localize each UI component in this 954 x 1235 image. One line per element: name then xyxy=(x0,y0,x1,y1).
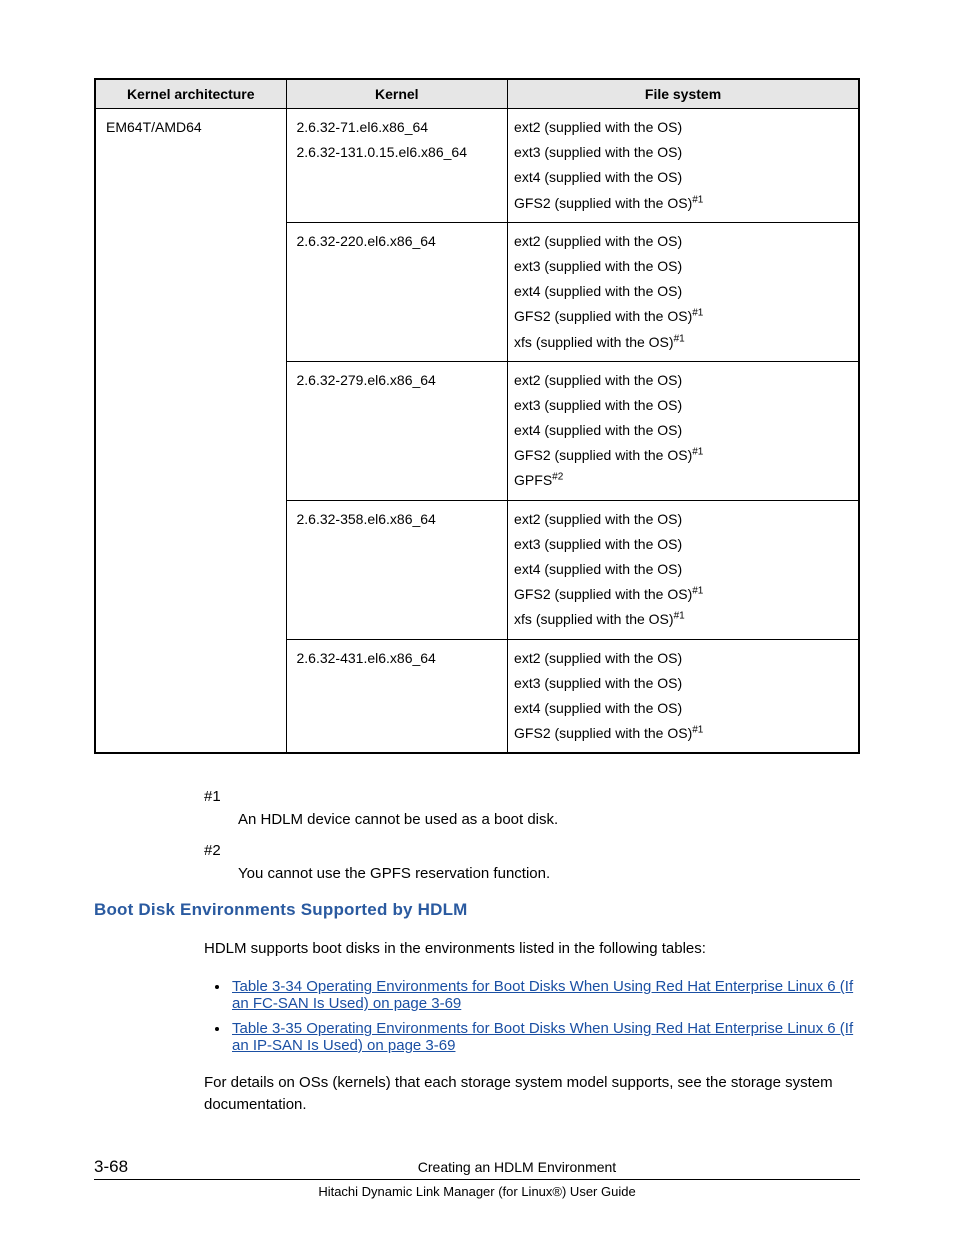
kernel-cell: 2.6.32-358.el6.x86_64 xyxy=(286,500,508,639)
footnote-1-label: #1 xyxy=(204,788,860,805)
col-header-fs: File system xyxy=(508,79,859,109)
footnote-2-label: #2 xyxy=(204,842,860,859)
table-row: EM64T/AMD642.6.32-71.el6.x86_642.6.32-13… xyxy=(95,109,859,223)
filesystem-cell: ext2 (supplied with the OS)ext3 (supplie… xyxy=(508,361,859,500)
footer-title: Creating an HDLM Environment xyxy=(174,1159,860,1175)
section-heading: Boot Disk Environments Supported by HDLM xyxy=(94,900,860,920)
link-list: Table 3-34 Operating Environments for Bo… xyxy=(230,978,860,1054)
col-header-arch: Kernel architecture xyxy=(95,79,286,109)
intro-paragraph: HDLM supports boot disks in the environm… xyxy=(204,938,860,960)
kernel-table: Kernel architecture Kernel File system E… xyxy=(94,78,860,754)
col-header-kernel: Kernel xyxy=(286,79,508,109)
page-number: 3-68 xyxy=(94,1157,174,1177)
table-3-35-link[interactable]: Table 3-35 Operating Environments for Bo… xyxy=(232,1020,853,1054)
footnote-2-text: You cannot use the GPFS reservation func… xyxy=(238,865,860,882)
filesystem-cell: ext2 (supplied with the OS)ext3 (supplie… xyxy=(508,639,859,753)
filesystem-cell: ext2 (supplied with the OS)ext3 (supplie… xyxy=(508,109,859,223)
filesystem-cell: ext2 (supplied with the OS)ext3 (supplie… xyxy=(508,500,859,639)
outro-paragraph: For details on OSs (kernels) that each s… xyxy=(204,1072,860,1116)
list-item: Table 3-35 Operating Environments for Bo… xyxy=(230,1020,860,1054)
arch-cell: EM64T/AMD64 xyxy=(95,109,286,754)
kernel-cell: 2.6.32-431.el6.x86_64 xyxy=(286,639,508,753)
filesystem-cell: ext2 (supplied with the OS)ext3 (supplie… xyxy=(508,222,859,361)
list-item: Table 3-34 Operating Environments for Bo… xyxy=(230,978,860,1012)
footer-subtitle: Hitachi Dynamic Link Manager (for Linux®… xyxy=(94,1184,860,1199)
table-3-34-link[interactable]: Table 3-34 Operating Environments for Bo… xyxy=(232,978,853,1012)
kernel-cell: 2.6.32-220.el6.x86_64 xyxy=(286,222,508,361)
kernel-cell: 2.6.32-71.el6.x86_642.6.32-131.0.15.el6.… xyxy=(286,109,508,223)
page-footer: 3-68 Creating an HDLM Environment Hitach… xyxy=(94,1157,860,1199)
kernel-cell: 2.6.32-279.el6.x86_64 xyxy=(286,361,508,500)
footnote-1-text: An HDLM device cannot be used as a boot … xyxy=(238,811,860,828)
footnotes: #1 An HDLM device cannot be used as a bo… xyxy=(204,788,860,882)
